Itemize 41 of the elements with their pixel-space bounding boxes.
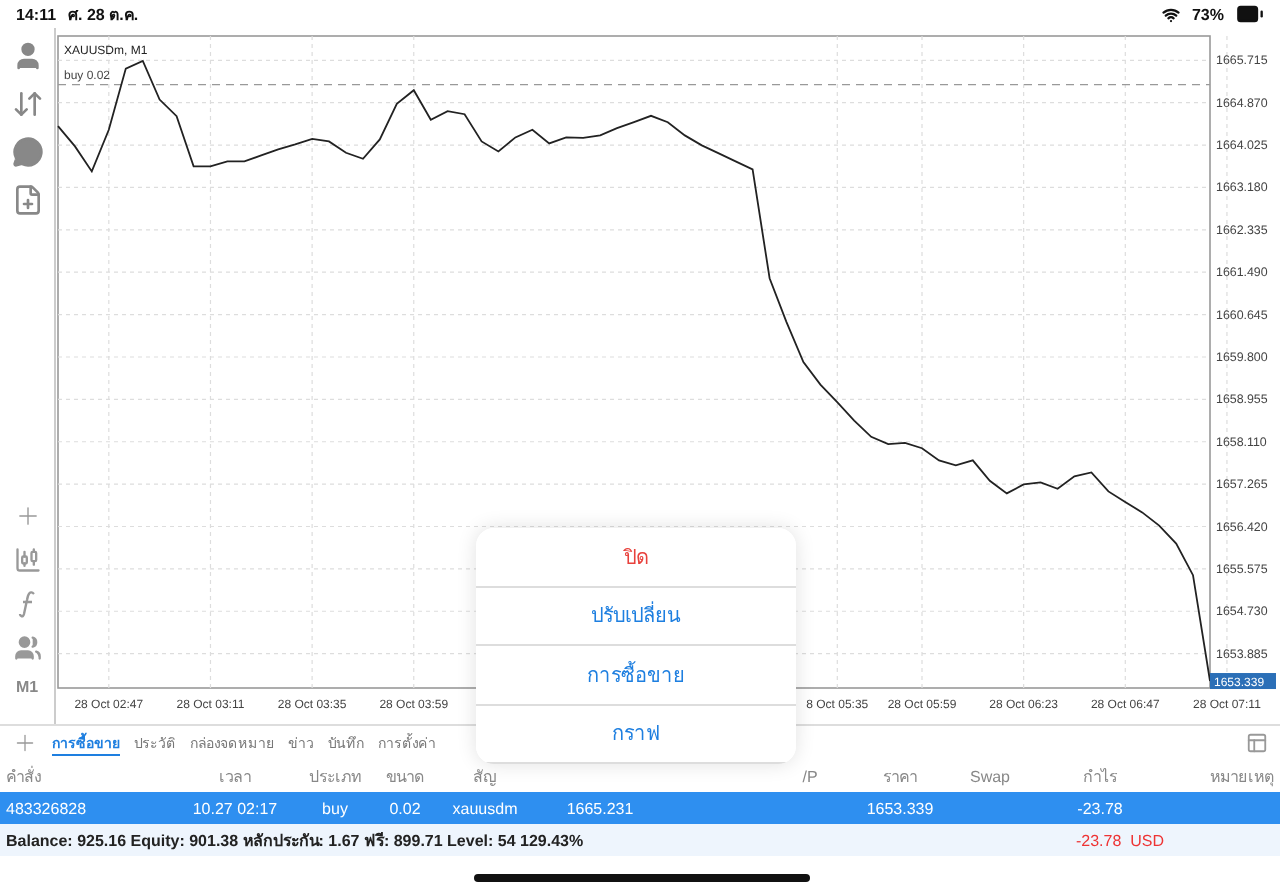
table-cell-text: 1665.231 (564, 799, 636, 817)
layout-icon[interactable] (1246, 732, 1268, 754)
menu-item[interactable]: ปรับเปลี่ยน (476, 587, 796, 646)
table-cell-text: 1653.339 (864, 799, 936, 817)
table-cell-text: buy (320, 799, 350, 817)
column-header: ขนาด (384, 765, 426, 789)
account-icon[interactable] (11, 40, 43, 72)
menu-item[interactable]: กราฟ (476, 705, 796, 764)
table-cell-text: 10.27 02:17 (190, 799, 280, 817)
wifi-icon (1161, 5, 1180, 23)
battery-icon (1236, 0, 1264, 28)
crosshair-icon[interactable] (13, 502, 41, 530)
add-icon[interactable] (12, 730, 38, 756)
column-header: ประเภท (307, 765, 363, 789)
column-header: /P (800, 767, 820, 785)
column-header: คำสั่ง (4, 764, 44, 789)
order-row[interactable]: 483326828 10.27 02:17 buy 0.02 xauusdm 1665.231 1653.339 -23.78 (0, 792, 1280, 824)
table-cell-text: 0.02 (387, 799, 423, 817)
table-cell-text: -23.78 (1075, 799, 1125, 817)
clock: 14:11 (16, 5, 57, 23)
function-icon[interactable] (17, 590, 37, 618)
candlestick-icon[interactable] (13, 546, 41, 574)
menu-item[interactable]: การซื้อขาย (476, 646, 796, 705)
column-header: สัญ (471, 765, 499, 789)
column-header: ราคา (881, 765, 919, 789)
column-header: กำไร (1081, 765, 1119, 789)
battery-percent: 73% (1191, 5, 1224, 23)
column-header: หมายเหตุ (1208, 765, 1276, 789)
chat-icon[interactable] (11, 136, 43, 168)
date: ศ. 28 ต.ค. (68, 3, 139, 27)
timeframe-label[interactable]: M1 (15, 678, 39, 696)
column-header: เวลา (217, 765, 253, 789)
total-profit: -23.78 USD (1075, 831, 1164, 849)
menu-item[interactable]: ปิด (476, 528, 796, 587)
new-document-icon[interactable] (11, 184, 43, 216)
account-summary: Balance: 925.16 Equity: 901.38 หลักประกัน: 1.67 ฟรี: 899.71 Level: 54 129.43% (6, 829, 584, 853)
column-header: Swap (967, 767, 1012, 785)
arrows-icon[interactable] (11, 88, 43, 120)
table-cell-text: 483326828 (4, 799, 89, 817)
table-cell-text: xauusdm (450, 799, 520, 817)
people-icon[interactable] (13, 634, 41, 662)
